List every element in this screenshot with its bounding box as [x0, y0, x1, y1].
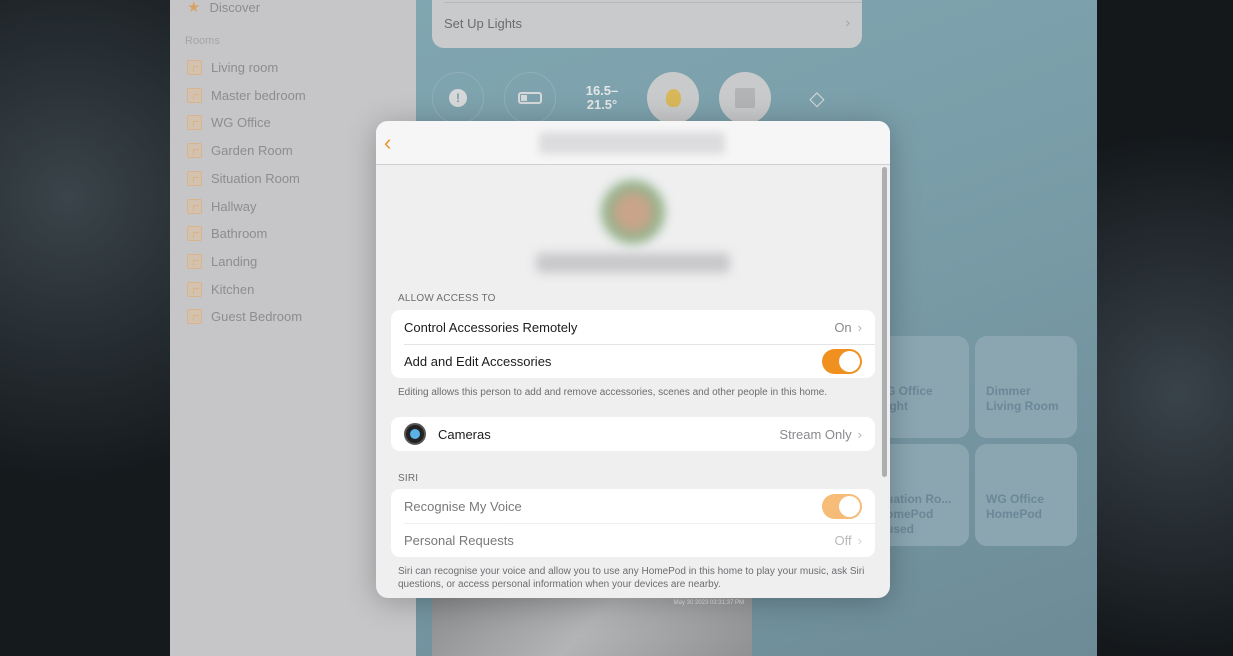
sidebar-item-label: Guest Bedroom [211, 309, 303, 325]
siri-header: SIRI [398, 473, 419, 484]
outlet-icon [735, 88, 755, 108]
battery-icon [518, 92, 542, 104]
sidebar-item-room[interactable]: Bathroom [187, 226, 268, 242]
row-label: Add and Edit Accessories [404, 353, 552, 369]
sidebar-item-room[interactable]: Kitchen [187, 281, 255, 297]
camera-timestamp: May 30 2023 03:31:37 PM [673, 600, 744, 606]
lightbulb-icon [665, 89, 681, 107]
room-icon [187, 143, 202, 159]
tile-label: Dimmer Living Room [986, 384, 1059, 413]
set-up-lights-label: Set Up Lights [444, 16, 523, 31]
control-remotely-row[interactable]: Control Accessories Remotely On › [391, 310, 875, 344]
row-label: Control Accessories Remotely [404, 319, 578, 335]
chevron-right-icon: › [857, 319, 862, 335]
allow-access-header: ALLOW ACCESS TO [398, 293, 496, 304]
row-label: Recognise My Voice [404, 498, 522, 514]
recognise-voice-toggle[interactable] [822, 493, 862, 519]
chevron-right-icon: › [857, 532, 862, 548]
sheet-header: ‹ [376, 121, 890, 165]
outlet-status-button[interactable] [719, 72, 771, 124]
network-status-button[interactable]: ◇ [791, 72, 843, 124]
siri-group: Recognise My Voice Personal Requests Off › [391, 489, 875, 557]
sidebar-item-room[interactable]: Master bedroom [187, 87, 306, 103]
chevron-right-icon: › [845, 14, 850, 30]
camera-snapshot[interactable]: May 30 2023 03:31:37 PM [432, 590, 752, 656]
sidebar-item-label: Discover [209, 0, 261, 15]
row-label: Cameras [438, 426, 491, 442]
exclamation-icon: ! [449, 89, 467, 107]
sidebar-item-label: WG Office [211, 115, 271, 131]
access-group: Control Accessories Remotely On › Add and … [391, 310, 875, 378]
desktop-background-left [0, 0, 170, 656]
sidebar-item-discover[interactable]: ★ Discover [187, 0, 260, 16]
alert-status-button[interactable]: ! [432, 72, 484, 124]
sheet-title-redacted [539, 132, 725, 154]
lights-status-button[interactable] [647, 72, 699, 124]
room-icon [187, 198, 202, 214]
back-chevron-icon[interactable]: ‹ [384, 130, 391, 156]
sidebar-item-room[interactable]: WG Office [187, 115, 271, 131]
accessory-tile[interactable]: Dimmer Living Room [975, 336, 1077, 438]
room-icon [187, 281, 202, 297]
room-icon [187, 60, 202, 75]
avatar [600, 179, 666, 245]
desktop-background-right [1097, 0, 1233, 656]
sidebar-item-room[interactable]: Hallway [187, 198, 257, 214]
room-icon [187, 87, 202, 103]
sidebar-item-room[interactable]: Guest Bedroom [187, 309, 303, 325]
sidebar-item-room[interactable]: Living room [187, 60, 278, 75]
chevron-right-icon: › [857, 426, 862, 442]
accessory-tile[interactable]: WG Office HomePod [975, 444, 1077, 546]
sidebar-item-label: Garden Room [211, 143, 293, 159]
star-icon: ★ [187, 0, 201, 16]
row-label: Personal Requests [404, 532, 514, 548]
personal-requests-row[interactable]: Personal Requests Off › [391, 523, 875, 557]
row-value: On [834, 319, 852, 335]
room-icon [187, 253, 202, 269]
row-value: Off [834, 532, 852, 548]
tile-label: uation Ro... omePod used [886, 492, 952, 536]
scrollbar[interactable] [882, 167, 887, 477]
room-icon [187, 226, 202, 242]
add-edit-toggle[interactable] [822, 348, 862, 374]
sidebar-item-label: Situation Room [211, 170, 300, 186]
sidebar-item-room[interactable]: Garden Room [187, 143, 293, 159]
temperature-range: 16.5– 21.5° [585, 83, 619, 112]
sidebar-item-label: Landing [211, 253, 258, 269]
temperature-status-button[interactable]: 16.5– 21.5° [576, 72, 628, 124]
tile-label: WG Office HomePod [986, 492, 1045, 521]
sidebar-item-room[interactable]: Situation Room [187, 170, 300, 186]
editing-note: Editing allows this person to add and re… [398, 387, 828, 398]
row-value: Stream Only [779, 426, 852, 442]
diamond-icon: ◇ [809, 87, 825, 110]
person-settings-sheet: ‹ ALLOW ACCESS TO Control Accessories Re… [376, 121, 890, 598]
sidebar-item-label: Hallway [211, 198, 257, 214]
room-icon [187, 309, 202, 325]
room-icon [187, 170, 202, 186]
sidebar-item-label: Kitchen [211, 281, 255, 297]
sidebar-item-label: Bathroom [211, 226, 268, 242]
sidebar-item-room[interactable]: Landing [187, 253, 258, 269]
recognise-voice-row: Recognise My Voice [391, 489, 875, 523]
camera-icon [404, 423, 426, 445]
battery-status-button[interactable] [504, 72, 556, 124]
user-name-redacted [536, 253, 730, 273]
tile-label: G Office ight [886, 384, 933, 413]
rooms-section-label: Rooms [185, 35, 220, 47]
siri-note: Siri can recognise your voice and allow … [398, 566, 865, 590]
sidebar-item-label: Master bedroom [211, 87, 306, 103]
cameras-group: Cameras Stream Only › [391, 417, 875, 451]
add-edit-row: Add and Edit Accessories [391, 344, 875, 378]
sidebar-item-label: Living room [211, 60, 279, 75]
room-icon [187, 115, 202, 131]
set-up-lights-row[interactable]: Set Up Lights › [432, 0, 862, 48]
cameras-row[interactable]: Cameras Stream Only › [391, 417, 875, 451]
